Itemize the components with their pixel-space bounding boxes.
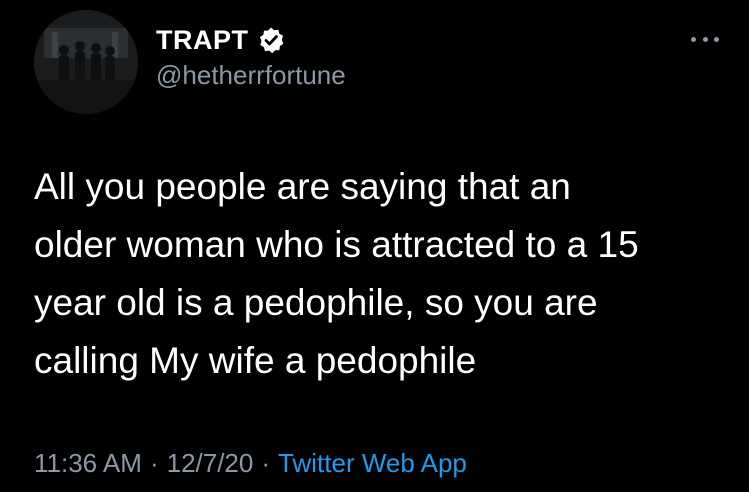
tweet-date[interactable]: 12/7/20: [167, 448, 254, 479]
more-options-icon[interactable]: [691, 32, 719, 46]
band-photo-icon: [34, 10, 138, 114]
verified-badge-icon: [257, 26, 285, 54]
tweet-meta: 11:36 AM · 12/7/20 · Twitter Web App: [34, 448, 467, 479]
separator: ·: [261, 448, 271, 478]
user-handle[interactable]: @hetherrfortune: [156, 60, 346, 91]
dot: [702, 36, 708, 42]
tweet-source-link[interactable]: Twitter Web App: [278, 448, 467, 479]
dot: [691, 36, 696, 42]
separator: ·: [149, 448, 159, 478]
user-info[interactable]: TRAPT @hetherrfortune: [156, 22, 346, 91]
name-row: TRAPT: [156, 22, 346, 58]
avatar[interactable]: [34, 10, 138, 114]
tweet-card: TRAPT @hetherrfortune All you people are…: [0, 0, 749, 492]
tweet-time[interactable]: 11:36 AM: [34, 448, 142, 479]
tweet-text: All you people are saying that an older …: [34, 166, 639, 381]
dot: [714, 36, 719, 42]
display-name[interactable]: TRAPT: [156, 25, 249, 56]
